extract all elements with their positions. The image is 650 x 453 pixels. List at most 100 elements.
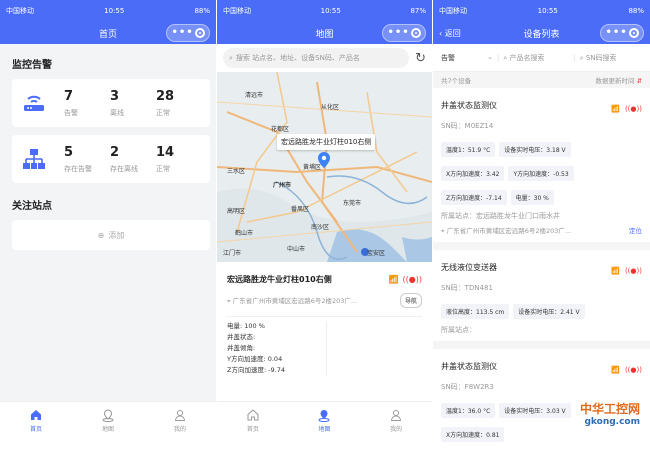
list-summary: 共7个设备 数据更新时间 ⇵ (433, 72, 650, 88)
site-title: 宏远路胜龙牛业灯柱010右侧 (227, 275, 332, 284)
list-header: 中国移动 10:55 88% ‹ 返回 设备列表 ••• (433, 0, 650, 44)
device-site: 所属站点：宏远路胜龙牛业门口雨水井 (441, 212, 560, 220)
wifi-icon: 📶 (611, 366, 620, 374)
stat-normal[interactable]: 28 正常 (156, 89, 202, 118)
sn-search-input[interactable]: ⌕ SN码搜索 (580, 53, 617, 63)
device-readings: 温度1：51.9 °C 设备实时电压：3.18 V X方向加速度：3.42 Y方向加… (441, 137, 642, 209)
alarm-section-title: 监控告警 (12, 60, 52, 71)
product-search-input[interactable]: ⌕ 产品名搜索 (503, 53, 569, 63)
filter-bar: 告警 ⌄ | ⌕ 产品名搜索 | ⌕ SN码搜索 (433, 44, 650, 72)
home-screen: 中国移动 10:55 88% 首页 ••• 监控告警 7 告警 3 离线 28 正常 … (0, 0, 216, 453)
more-icon[interactable]: ••• (171, 28, 193, 38)
divider (433, 242, 650, 250)
device-list-screen: 中国移动 10:55 88% ‹ 返回 设备列表 ••• 告警 ⌄ | ⌕ 产品名… (433, 0, 650, 453)
close-target-icon[interactable] (628, 28, 639, 38)
nav-bar: 首页 ••• (0, 22, 216, 44)
wifi-icon: 📶 (388, 275, 399, 284)
tab-mine[interactable]: 我的 (155, 408, 205, 433)
tab-bar: 首页 地图 我的 (217, 401, 432, 453)
wifi-icon: 📶 (611, 105, 620, 113)
mini-program-capsule[interactable]: ••• (600, 24, 644, 42)
status-bar: 中国移动 10:55 88% (439, 7, 644, 15)
sort-icon: ⇵ (636, 77, 642, 85)
alarm-signal-icon: ((●)) (624, 366, 642, 374)
more-icon[interactable]: ••• (605, 28, 627, 38)
router-icon (20, 89, 48, 117)
wifi-icon: 📶 (611, 267, 620, 275)
tab-mine[interactable]: 我的 (371, 408, 421, 433)
page-title: 设备列表 (523, 29, 560, 40)
device-readings: 液位高度：113.5 cm 设备实时电压：2.41 V (441, 299, 642, 323)
site-stats-card[interactable]: 5 存在告警 2 存在离线 14 正常 (12, 135, 210, 183)
home-icon (30, 408, 42, 422)
device-name: 井盖状态监测仪 (441, 101, 497, 110)
battery-label: 88% (194, 7, 210, 15)
close-target-icon[interactable] (194, 28, 205, 38)
tab-map[interactable]: 地图 (299, 408, 349, 433)
device-address: ⌖ 广东省广州市黄埔区宏远路6号2楼203广... (441, 227, 572, 235)
marker-callout[interactable]: 宏远路胜龙牛业灯柱010右侧 (277, 134, 376, 150)
navigate-button[interactable]: 导航 (399, 293, 422, 308)
map-search-input[interactable]: ⌕ 搜索 站点名、地址、设备SN码、产品名 (223, 48, 410, 68)
sort-button[interactable]: 数据更新时间 ⇵ (595, 75, 642, 85)
divider (433, 341, 650, 349)
device-card[interactable]: 无线液位变送器 📶 ((●)) SN码：TDN481 液位高度：113.5 cm… (433, 250, 650, 341)
stat-has-alarm[interactable]: 5 存在告警 (64, 145, 110, 174)
user-icon (390, 408, 402, 422)
nav-bar: ‹ 返回 设备列表 ••• (433, 22, 650, 44)
device-site: 所属站点： (441, 326, 476, 334)
site-detail-values: 电量: 100 % 井盖状态: 井盖倾角: Y方向加速度: 0.04 Z方向加速… (227, 321, 327, 376)
back-button[interactable]: ‹ 返回 (439, 28, 461, 39)
map-icon (318, 408, 330, 422)
alarm-filter-select[interactable]: 告警 ⌄ (441, 53, 493, 63)
map-search-bar: ⌕ 搜索 站点名、地址、设备SN码、产品名 ↻ (217, 44, 432, 72)
more-icon[interactable]: ••• (387, 28, 409, 38)
map-screen: 中国移动 10:55 87% 地图 ••• ⌕ 搜索 站点名、地址、设备SN码、… (217, 0, 432, 453)
home-icon (247, 408, 259, 422)
page-title: 地图 (315, 29, 334, 40)
close-target-icon[interactable] (410, 28, 421, 38)
refresh-icon[interactable]: ↻ (415, 51, 426, 66)
home-header: 中国移动 10:55 88% 首页 ••• (0, 0, 216, 44)
time-label: 10:55 (104, 7, 125, 15)
tab-home[interactable]: 首页 (11, 408, 61, 433)
map-marker-icon[interactable] (318, 152, 330, 172)
mini-program-capsule[interactable]: ••• (382, 24, 426, 42)
stat-alarm[interactable]: 7 告警 (64, 89, 110, 118)
carrier-label: 中国移动 (6, 7, 34, 15)
watermark-logo: 中华工控网 gkong.com (579, 402, 640, 427)
device-name: 井盖状态监测仪 (441, 362, 497, 371)
status-bar: 中国移动 10:55 87% (223, 7, 426, 15)
alarm-signal-icon: ((●)) (624, 105, 642, 113)
locate-link[interactable]: 定位 (629, 225, 642, 236)
device-sn: SN码：F8W2R3 (441, 383, 494, 391)
tab-bar: 首页 地图 我的 (0, 401, 216, 453)
tab-home[interactable]: 首页 (228, 408, 278, 433)
device-sn: SN码：TDN481 (441, 284, 493, 292)
device-card[interactable]: 井盖状态监测仪 📶 ((●)) SN码：M0EZ14 温度1：51.9 °C 设备… (433, 88, 650, 242)
status-bar: 中国移动 10:55 88% (0, 0, 216, 22)
add-site-button[interactable]: ⊕ 添加 (12, 220, 210, 250)
network-icon (20, 145, 48, 173)
mini-program-capsule[interactable]: ••• (166, 24, 210, 42)
user-icon (174, 408, 186, 422)
alarm-signal-icon: ((●)) (624, 267, 642, 275)
stat-site-normal[interactable]: 14 正常 (156, 145, 202, 174)
map-icon (102, 408, 114, 422)
device-name: 无线液位变送器 (441, 263, 497, 272)
stat-has-offline[interactable]: 2 存在离线 (110, 145, 156, 174)
map-canvas[interactable]: 清远市 从化区 花都区 三水区 广州市 黄埔区 东莞市 高明区 番禺区 南沙区 … (217, 72, 432, 262)
page-title: 首页 (98, 29, 117, 40)
map-header: 中国移动 10:55 87% 地图 ••• (217, 0, 432, 44)
search-icon: ⌕ (229, 53, 233, 62)
device-stats-card[interactable]: 7 告警 3 离线 28 正常 (12, 79, 210, 127)
alarm-signal-icon: ((●)) (402, 275, 422, 284)
follow-section-title: 关注站点 (12, 201, 52, 212)
device-sn: SN码：M0EZ14 (441, 122, 494, 130)
site-detail-panel[interactable]: 宏远路胜龙牛业灯柱010右侧 📶 ((●)) ⌖ 广东省广州市黄埔区宏远路6号2… (217, 262, 432, 376)
site-address: ⌖ 广东省广州市黄埔区宏远路6号2楼203广... (227, 297, 358, 305)
tab-map[interactable]: 地图 (83, 408, 133, 433)
nav-bar: 地图 ••• (217, 22, 432, 44)
stat-offline[interactable]: 3 离线 (110, 89, 156, 118)
plus-circle-icon: ⊕ (97, 230, 105, 240)
